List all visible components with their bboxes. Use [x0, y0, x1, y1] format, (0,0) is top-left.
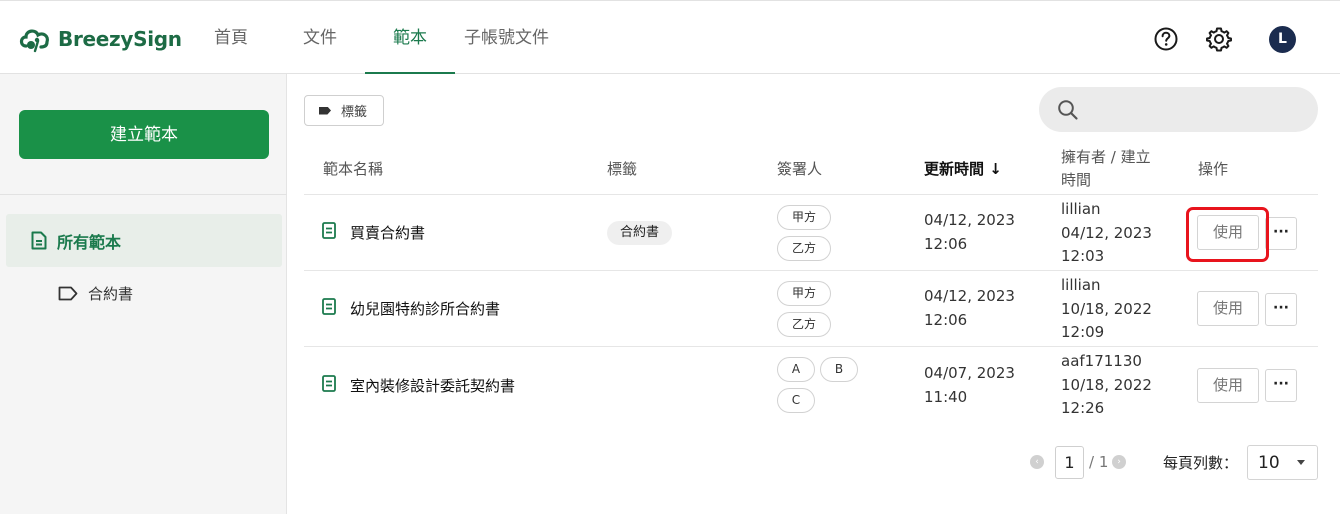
sidebar-item-label: 合約書 — [88, 284, 134, 303]
created-date: 10/18, 2022 — [1061, 375, 1152, 394]
gear-icon[interactable] — [1206, 26, 1232, 52]
signer-chip: 甲方 — [777, 281, 831, 306]
tag-filter-label: 標籤 — [341, 105, 368, 120]
template-name[interactable]: 室內裝修設計委託契約書 — [350, 375, 515, 396]
sidebar: 建立範本 所有範本 合約書 — [0, 74, 287, 514]
more-actions-button[interactable]: ··· — [1265, 293, 1297, 326]
column-header-owner: 擁有者 / 建立 時間 — [1061, 146, 1151, 192]
updated-time-value: 11:40 — [924, 387, 968, 406]
search-icon — [1058, 100, 1078, 120]
use-template-button[interactable]: 使用 — [1197, 291, 1259, 326]
owner-created: lillian 04/12, 2023 12:03 — [1061, 198, 1152, 269]
row-divider — [304, 194, 1318, 195]
column-header-owner-line1: 擁有者 / 建立 — [1061, 148, 1151, 166]
create-template-button[interactable]: 建立範本 — [19, 110, 269, 159]
help-circle-icon[interactable] — [1153, 26, 1179, 52]
page-total: / 1 — [1089, 453, 1109, 471]
signer-chip: A — [777, 357, 815, 382]
next-page-icon[interactable]: › — [1112, 455, 1126, 469]
user-avatar[interactable]: L — [1269, 26, 1296, 53]
signer-chip: 甲方 — [777, 205, 831, 230]
rows-per-page-value: 10 — [1258, 453, 1280, 473]
owner-name: lillian — [1061, 200, 1101, 218]
sort-down-icon: ↓ — [989, 160, 1002, 178]
updated-date-value: 04/07, 2023 — [924, 364, 1015, 382]
created-date: 10/18, 2022 — [1061, 299, 1152, 318]
owner-name: lillian — [1061, 276, 1101, 294]
created-time: 12:09 — [1061, 323, 1105, 341]
brand-name: BreezySign — [58, 27, 182, 51]
sidebar-item-all-templates[interactable]: 所有範本 — [6, 214, 282, 267]
nav-documents[interactable]: 文件 — [303, 1, 337, 75]
search-input[interactable] — [1039, 87, 1318, 132]
column-header-tag: 標籤 — [607, 160, 638, 178]
owner-created: aaf171130 10/18, 2022 12:26 — [1061, 350, 1152, 421]
nav-home[interactable]: 首頁 — [214, 1, 248, 75]
created-time: 12:03 — [1061, 247, 1105, 265]
sidebar-item-tag-contract[interactable]: 合約書 — [58, 281, 133, 305]
updated-time-value: 12:06 — [924, 310, 968, 329]
created-time: 12:26 — [1061, 399, 1105, 417]
nav-sub-account-documents[interactable]: 子帳號文件 — [464, 1, 549, 75]
nav-templates[interactable]: 範本 — [393, 1, 427, 75]
top-bar: BreezySign 首頁 文件 範本 子帳號文件 L — [0, 0, 1340, 74]
sidebar-item-label: 所有範本 — [57, 232, 122, 252]
tag-filter-button[interactable]: 標籤 — [304, 95, 384, 126]
signer-chip: B — [820, 357, 858, 382]
tag-outline-icon — [58, 286, 78, 300]
row-divider — [304, 270, 1318, 271]
updated-time: 04/12, 2023 12:06 — [924, 209, 1015, 256]
column-header-updated[interactable]: 更新時間 ↓ — [924, 158, 1002, 179]
created-date: 04/12, 2023 — [1061, 223, 1152, 242]
nav-active-indicator — [365, 72, 455, 74]
column-header-signers: 簽署人 — [777, 160, 823, 178]
rows-per-page-select[interactable]: 10 — [1247, 445, 1318, 480]
column-header-updated-label: 更新時間 — [924, 160, 985, 178]
brand-logo[interactable]: BreezySign — [18, 23, 182, 55]
column-header-owner-line2: 時間 — [1061, 171, 1092, 189]
updated-date-value: 04/12, 2023 — [924, 211, 1015, 229]
chevron-down-icon — [1297, 460, 1305, 465]
tag-chip: 合約書 — [607, 221, 673, 245]
template-name[interactable]: 買賣合約書 — [350, 222, 425, 243]
rows-per-page-label: 每頁列數： — [1163, 454, 1239, 472]
more-actions-button[interactable]: ··· — [1265, 217, 1297, 250]
signer-chip: 乙方 — [777, 312, 831, 337]
updated-time: 04/07, 2023 11:40 — [924, 362, 1015, 409]
template-name[interactable]: 幼兒園特約診所合約書 — [350, 298, 500, 319]
column-header-name[interactable]: 範本名稱 — [323, 158, 383, 179]
document-icon — [322, 375, 336, 392]
highlight-box — [1186, 207, 1269, 262]
prev-page-icon[interactable]: ‹ — [1030, 455, 1044, 469]
signer-chip: 乙方 — [777, 236, 831, 261]
signer-chip: C — [777, 388, 815, 413]
tag-icon — [319, 106, 331, 115]
updated-time-value: 12:06 — [924, 234, 968, 253]
row-divider — [304, 346, 1318, 347]
document-icon — [31, 231, 47, 250]
sidebar-divider — [0, 194, 287, 195]
document-icon — [322, 222, 336, 239]
more-actions-button[interactable]: ··· — [1265, 369, 1297, 402]
column-header-actions: 操作 — [1198, 160, 1229, 178]
owner-created: lillian 10/18, 2022 12:09 — [1061, 274, 1152, 345]
updated-date-value: 04/12, 2023 — [924, 287, 1015, 305]
document-icon — [322, 298, 336, 315]
brand-logo-icon — [19, 29, 49, 53]
updated-time: 04/12, 2023 12:06 — [924, 285, 1015, 332]
use-template-button[interactable]: 使用 — [1197, 368, 1259, 403]
page-number-input[interactable]: 1 — [1055, 446, 1084, 479]
owner-name: aaf171130 — [1061, 352, 1142, 370]
